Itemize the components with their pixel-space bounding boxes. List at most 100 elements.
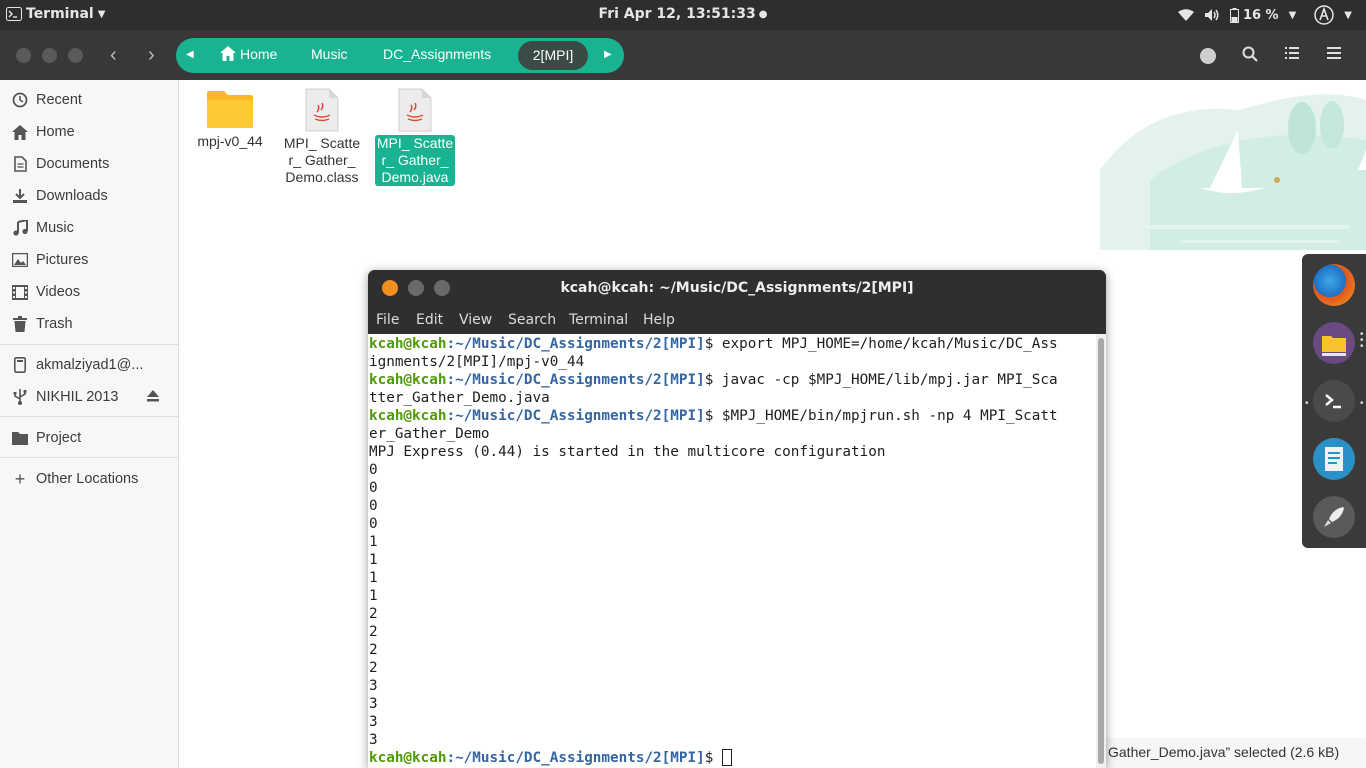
clock[interactable]: Fri Apr 12, 13:51:33 ● <box>0 6 1366 22</box>
folder-icon <box>11 429 29 447</box>
prompt-command: $ javac -cp $MPJ_HOME/lib/mpj.jar MPI_Sc… <box>704 372 1058 388</box>
sidebar-divider <box>0 416 178 417</box>
java-file-icon <box>398 88 432 132</box>
scrollbar-thumb[interactable] <box>1098 338 1104 764</box>
list-view-icon[interactable] <box>1285 46 1299 60</box>
path-item-music[interactable]: Music <box>311 46 348 62</box>
path-bar: ◀ Home Music DC_Assignments 2[MPI] ▶ <box>176 38 624 73</box>
prompt-user: kcah@kcah <box>369 372 447 388</box>
sidebar-item-trash[interactable]: Trash <box>0 309 178 339</box>
prompt-user: kcah@kcah <box>369 336 447 352</box>
background-illustration <box>1100 94 1366 250</box>
menu-help[interactable]: Help <box>643 312 675 328</box>
file-name: mpj-v0_44 <box>197 133 263 149</box>
sidebar-item-pictures[interactable]: Pictures <box>0 245 178 275</box>
terminal-output[interactable]: kcah@kcah:~/Music/DC_Assignments/2[MPI]$… <box>368 334 1096 768</box>
terminal-output-line: 2 <box>369 624 378 640</box>
launcher-rocket-icon[interactable] <box>1313 496 1355 538</box>
path-scroll-left-icon[interactable]: ◀ <box>186 49 194 60</box>
path-item-home[interactable]: Home <box>220 46 277 62</box>
sidebar-item-videos[interactable]: Videos <box>0 277 178 307</box>
notification-dot-icon: ● <box>758 8 768 20</box>
terminal-output-line: er_Gather_Demo <box>369 426 490 442</box>
file-name: MPI_ Scatter_ Gather_ Demo.class <box>283 135 361 185</box>
volume-icon <box>1204 9 1219 21</box>
path-scroll-right-icon[interactable]: ▶ <box>604 49 612 60</box>
menu-terminal[interactable]: Terminal <box>569 312 628 328</box>
sidebar-item-music[interactable]: Music <box>0 213 178 243</box>
file-item-class[interactable]: MPI_ Scatter_ Gather_ Demo.class <box>282 88 362 186</box>
terminal-dock-icon[interactable] <box>1313 380 1355 422</box>
menu-search[interactable]: Search <box>508 312 556 328</box>
home-icon <box>220 46 236 61</box>
path-item-current[interactable]: 2[MPI] <box>518 41 588 70</box>
file-item-folder[interactable]: mpj-v0_44 <box>190 88 270 150</box>
battery-percent: 16 % <box>1242 7 1279 23</box>
path-current-label: 2[MPI] <box>532 47 574 63</box>
eject-icon[interactable] <box>146 389 160 406</box>
sidebar-item-recent[interactable]: Recent <box>0 85 178 115</box>
prompt-user: kcah@kcah <box>369 750 447 766</box>
sidebar-item-other-locations[interactable]: + Other Locations <box>0 464 178 494</box>
clock-text: Fri Apr 12, 13:51:33 <box>598 6 756 22</box>
sidebar-item-project[interactable]: Project <box>0 423 178 453</box>
terminal-window[interactable]: kcah@kcah: ~/Music/DC_Assignments/2[MPI]… <box>368 270 1106 768</box>
back-arrow-icon[interactable]: ‹ <box>110 44 117 67</box>
sidebar-item-label: Videos <box>36 284 81 300</box>
sidebar-item-downloads[interactable]: Downloads <box>0 181 178 211</box>
path-item-dc-assignments[interactable]: DC_Assignments <box>383 46 491 62</box>
terminal-output-line: 3 <box>369 732 378 748</box>
forward-arrow-icon[interactable]: › <box>148 44 155 67</box>
prompt-path: :~/Music/DC_Assignments/2[MPI] <box>446 408 705 424</box>
menu-view[interactable]: View <box>459 312 492 328</box>
system-tray[interactable]: 16 % ▼ ▼ <box>1177 5 1352 25</box>
terminal-output-line: tter_Gather_Demo.java <box>369 390 550 406</box>
window-minimize-button[interactable] <box>42 48 57 63</box>
terminal-output-line: 0 <box>369 462 378 478</box>
sidebar-item-label: Project <box>36 430 82 446</box>
sidebar-item-usb-drive[interactable]: NIKHIL 2013 <box>0 382 178 412</box>
firefox-icon[interactable] <box>1313 264 1355 306</box>
menu-file[interactable]: File <box>376 312 399 328</box>
terminal-output-line: ignments/2[MPI]/mpj-v0_44 <box>369 354 585 370</box>
account-icon <box>11 356 29 374</box>
terminal-output-line: 2 <box>369 606 378 622</box>
running-indicator-icon: • • • <box>1360 329 1364 352</box>
sidebar-item-label: Music <box>36 220 74 236</box>
sidebar-item-home[interactable]: Home <box>0 117 178 147</box>
file-name: MPI_ Scatter_ Gather_ Demo.java <box>375 135 455 186</box>
menu-edit[interactable]: Edit <box>416 312 443 328</box>
terminal-output-line: 3 <box>369 696 378 712</box>
running-indicator-icon: • <box>1305 398 1309 409</box>
window-maximize-button[interactable] <box>68 48 83 63</box>
terminal-output-line: 1 <box>369 570 378 586</box>
files-app-icon[interactable] <box>1313 322 1355 364</box>
terminal-output-line: 0 <box>369 480 378 496</box>
loading-indicator-icon <box>1200 48 1216 64</box>
plus-icon: + <box>14 468 26 489</box>
prompt-command: $ export MPJ_HOME=/home/kcah/Music/DC_As… <box>704 336 1058 352</box>
terminal-scrollbar[interactable] <box>1096 334 1106 768</box>
java-file-icon <box>305 88 339 132</box>
search-icon[interactable] <box>1242 46 1258 62</box>
sidebar-item-label: Recent <box>36 92 82 108</box>
accessibility-icon <box>1314 5 1335 25</box>
sidebar-item-account[interactable]: akmalziyad1@... <box>0 350 178 380</box>
document-icon <box>11 155 29 173</box>
file-item-java[interactable]: MPI_ Scatter_ Gather_ Demo.java <box>375 88 455 186</box>
sidebar-item-label: Trash <box>36 316 73 332</box>
terminal-titlebar[interactable]: kcah@kcah: ~/Music/DC_Assignments/2[MPI] <box>368 270 1106 306</box>
chevron-down-icon: ▼ <box>1344 9 1352 21</box>
text-editor-icon[interactable] <box>1313 438 1355 480</box>
sidebar-item-documents[interactable]: Documents <box>0 149 178 179</box>
window-close-button[interactable] <box>16 48 31 63</box>
path-home-label: Home <box>240 46 278 62</box>
terminal-output-line: 1 <box>369 552 378 568</box>
terminal-prompt-line: kcah@kcah:~/Music/DC_Assignments/2[MPI]$ <box>369 749 732 767</box>
terminal-menubar: File Edit View Search Terminal Help <box>368 306 1106 334</box>
menu-icon[interactable] <box>1327 46 1341 60</box>
battery-icon <box>1229 7 1239 23</box>
terminal-output-line: 2 <box>369 660 378 676</box>
picture-icon <box>11 251 29 269</box>
sidebar-divider <box>0 344 178 345</box>
